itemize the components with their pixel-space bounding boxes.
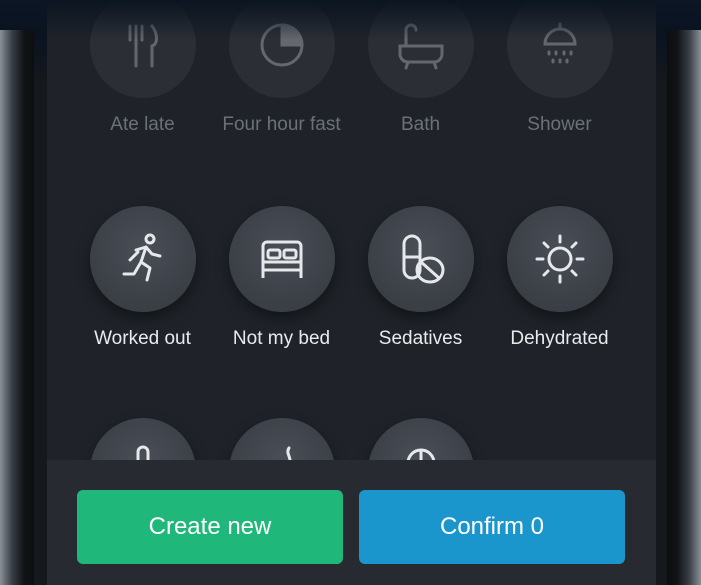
confirm-button[interactable]: Confirm 0 <box>359 490 625 564</box>
action-bar: Create new Confirm 0 <box>47 460 656 585</box>
tag-row-2: Worked out Not my bed Sedatives Dehydrat… <box>47 206 656 349</box>
tag-sedatives[interactable]: Sedatives <box>351 206 490 350</box>
tag-label: Ate late <box>110 114 175 135</box>
tag-label: Not my bed <box>232 328 331 349</box>
running-icon <box>122 233 161 282</box>
tag-circle[interactable] <box>506 206 613 312</box>
bed-icon <box>261 240 302 278</box>
tag-dehydrated[interactable]: Dehydrated <box>490 206 629 350</box>
pills-icon <box>402 234 444 284</box>
tag-label: Sedatives <box>378 328 463 349</box>
tag-label: Shower <box>527 114 592 135</box>
tag-circle[interactable] <box>228 206 335 312</box>
top-shade <box>47 0 656 40</box>
tag-circle[interactable] <box>367 206 474 312</box>
tag-worked-out[interactable]: Worked out <box>73 206 212 350</box>
tag-label: Four hour fast <box>222 114 341 135</box>
screen: Ate late Four hour fast Bath Shower Work… <box>47 0 656 585</box>
tag-circle[interactable] <box>89 206 196 312</box>
tag-label: Bath <box>400 114 441 135</box>
tag-label: Dehydrated <box>510 328 609 349</box>
create-new-button[interactable]: Create new <box>77 490 343 564</box>
tag-label: Worked out <box>94 328 191 349</box>
phone-bezel-left <box>0 30 34 585</box>
phone-bezel-right <box>667 30 701 585</box>
sun-icon <box>535 234 584 284</box>
tag-not-my-bed[interactable]: Not my bed <box>212 206 351 350</box>
